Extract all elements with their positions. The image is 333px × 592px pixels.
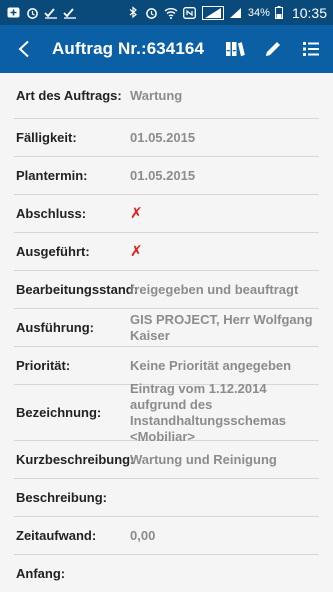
row-label: Anfang: — [16, 566, 66, 581]
row-label: Zeitaufwand: — [16, 528, 97, 543]
signal-icon — [201, 5, 224, 20]
order-details: Art des Auftrags: Wartung Fälligkeit: 01… — [0, 73, 333, 592]
row-value: GIS PROJECT, Herr Wolfgang Kaiser — [130, 311, 313, 343]
row-value: 0,00 — [130, 527, 156, 543]
row-label: Fälligkeit: — [16, 130, 77, 145]
detail-row-bearbeitungsstand: Bearbeitungsstand: freigegeben und beauf… — [14, 271, 319, 309]
row-label: Beschreibung: — [16, 490, 108, 505]
row-value: Wartung und Reinigung — [130, 451, 277, 467]
row-value: 01.05.2015 — [130, 167, 196, 183]
battery-icon — [274, 6, 283, 19]
wifi-icon — [164, 7, 178, 19]
status-bar: 34% 10:35 — [0, 0, 333, 25]
row-value: 01.05.2015 — [130, 129, 196, 145]
detail-row-ausfuehrung: Ausführung: GIS PROJECT, Herr Wolfgang K… — [14, 309, 319, 347]
row-label: Ausgeführt: — [16, 244, 90, 259]
detail-row-kurzbeschreibung: Kurzbeschreibung: Wartung und Reinigung — [14, 441, 319, 479]
checklist-icon — [44, 7, 58, 19]
battery-percent: 34% — [247, 6, 270, 19]
bluetooth-icon — [126, 6, 140, 19]
cell-signal-icon — [229, 7, 243, 19]
detail-row-ausgefuehrt: Ausgeführt: ✗ — [14, 233, 319, 271]
detail-row-prioritaet: Priorität: Keine Priorität angegeben — [14, 347, 319, 385]
detail-row-zeitaufwand: Zeitaufwand: 0,00 — [14, 517, 319, 555]
detail-row-plantermin: Plantermin: 01.05.2015 — [14, 157, 319, 195]
row-value: Keine Priorität angegeben — [130, 357, 292, 373]
back-button[interactable] — [0, 25, 48, 73]
detail-row-abschluss: Abschluss: ✗ — [14, 195, 319, 233]
row-label: Priorität: — [16, 358, 71, 373]
back-arrow-icon — [18, 40, 29, 58]
edit-button[interactable] — [257, 33, 289, 65]
documents-button[interactable] — [219, 33, 251, 65]
detail-row-art: Art des Auftrags: Wartung — [14, 73, 319, 119]
row-value: Wartung — [130, 87, 183, 103]
list-icon — [303, 42, 319, 56]
page-title: Auftrag Nr.:634164 — [52, 39, 205, 58]
row-label: Bezeichnung: — [16, 405, 102, 420]
pencil-icon — [266, 42, 280, 56]
app-bar: Auftrag Nr.:634164 — [0, 25, 333, 73]
row-label: Kurzbeschreibung: — [16, 452, 135, 467]
list-menu-button[interactable] — [295, 33, 327, 65]
add-notification-icon — [6, 7, 20, 19]
alarm-icon — [25, 7, 39, 19]
row-value: freigegeben und beauftragt — [130, 281, 299, 297]
clock: 10:35 — [291, 4, 327, 21]
cross-icon: ✗ — [130, 204, 143, 222]
row-label: Ausführung: — [16, 320, 94, 335]
binders-icon — [226, 42, 245, 57]
nfc-icon — [183, 6, 197, 19]
row-label: Bearbeitungsstand: — [16, 282, 139, 297]
detail-row-beschreibung: Beschreibung: — [14, 479, 319, 517]
detail-row-bezeichnung: Bezeichnung: Eintrag vom 1.12.2014 aufgr… — [14, 381, 319, 444]
checklist-icon — [63, 7, 77, 19]
row-value: Eintrag vom 1.12.2014 aufgrund des Insta… — [130, 380, 287, 444]
detail-row-anfang: Anfang: — [14, 555, 319, 592]
row-label: Plantermin: — [16, 168, 88, 183]
row-label: Art des Auftrags: — [16, 88, 122, 103]
row-label: Abschluss: — [16, 206, 87, 221]
cross-icon: ✗ — [130, 242, 143, 260]
detail-row-faelligkeit: Fälligkeit: 01.05.2015 — [14, 119, 319, 157]
alarm-icon — [145, 7, 159, 19]
